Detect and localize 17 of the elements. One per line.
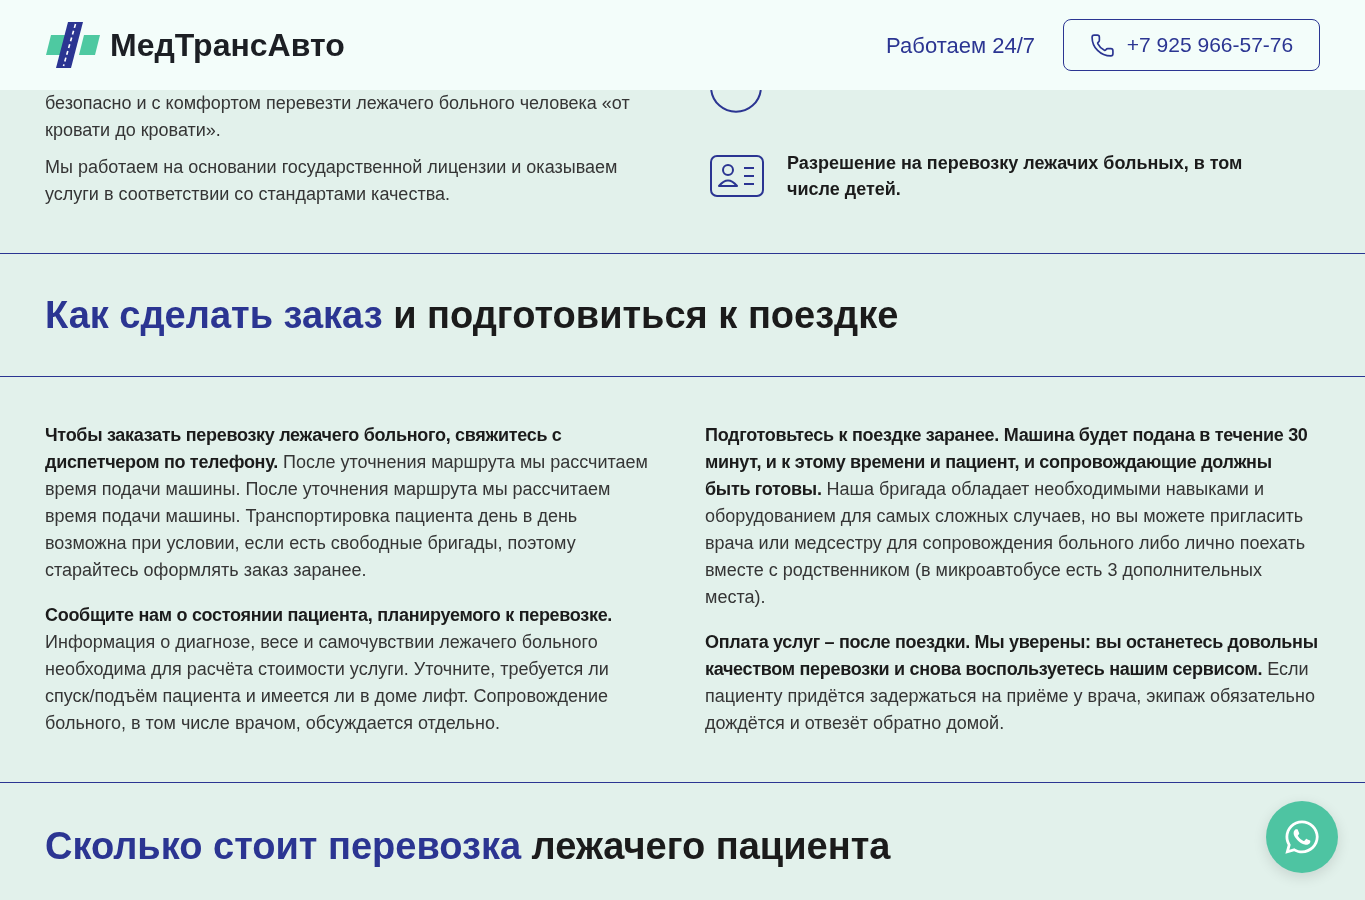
section-heading: Как сделать заказ и подготовиться к поездке <box>45 293 899 338</box>
body-paragraph: Сообщите нам о состоянии пациента, планируемого к перевозке. Информация о диагнозе, весе и самочувствии лежачего больного необходима для расчёта стоимости услуги. Уточните, требуется ли спуск/подъём пациента и имеется ли в доме лифт. Сопровождение больного, в том числе врачом, обсуждается отдельно. <box>45 604 614 735</box>
logo-text: МедТрансАвто <box>110 26 345 65</box>
logo-icon <box>46 22 100 68</box>
phone-button[interactable]: +7 925 966-57-76 <box>1063 19 1320 71</box>
section-heading: Сколько стоит перевозка лежачего пациента <box>45 824 891 869</box>
feature-text: Разрешение на перевозку лежачих больных, в том числе детей. <box>787 152 1244 201</box>
arc-icon <box>709 90 763 113</box>
body-paragraph: Чтобы заказать перевозку лежачего больного, свяжитесь с диспетчером по телефону. После уточнения маршрута мы рассчитаем время подачи машины. После уточнения маршрута мы рассчитаем время подачи машины. Транспортировка пациента день в день возможна при условии, если есть свободные бригады, поэтому старайтесь оформлять заказ заранее. <box>45 424 649 582</box>
whatsapp-icon <box>1283 818 1321 856</box>
id-card-icon <box>710 155 764 197</box>
phone-icon <box>1089 32 1115 58</box>
body-paragraph: Оплата услуг – после поездки. Мы уверены: вы останетесь довольны качеством перевозки и снова воспользуетесь нашим сервисом. Если пациенту придётся задержаться на приёме у врача, экипаж обязательно дождётся и отвезёт обратно домой. <box>705 631 1319 735</box>
body-paragraph: Мы работаем на основании государственной лицензии и оказываем услуги в соответствии со стандартами качества. <box>45 156 619 206</box>
body-paragraph: безопасно и с комфортом перевезти лежачего больного человека «от кровати до кровати». <box>45 92 631 142</box>
body-paragraph: Подготовьтесь к поездке заранее. Машина будет подана в течение 30 минут, и к этому времени и пациент, и сопровождающие должны быть готовы. Наша бригада обладает необходимыми навыками и оборудованием для самых сложных случаев, но вы можете пригласить врача или медсестру для сопровождения больного либо лично поехать вместе с родственником (в микроавтобусе есть 3 дополнительных места). <box>705 424 1309 609</box>
working-hours: Работаем 24/7 <box>886 31 1035 60</box>
